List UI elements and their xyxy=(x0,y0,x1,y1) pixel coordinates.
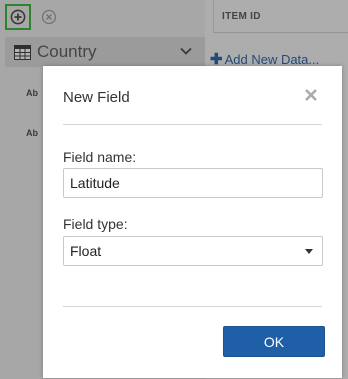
ok-button[interactable]: OK xyxy=(223,326,325,357)
divider xyxy=(63,124,322,125)
field-name-input[interactable]: Latitude xyxy=(63,168,323,198)
field-name-value: Latitude xyxy=(70,175,120,191)
field-name-label: Field name: xyxy=(63,149,137,165)
divider xyxy=(63,306,322,307)
new-field-dialog: New Field Field name: Latitude Field typ… xyxy=(43,66,342,378)
field-type-label: Field type: xyxy=(63,216,128,232)
field-type-select[interactable]: Float xyxy=(63,236,323,266)
dialog-title: New Field xyxy=(63,89,130,106)
close-icon[interactable] xyxy=(304,88,318,102)
field-type-value: Float xyxy=(70,243,102,259)
dropdown-caret-icon xyxy=(305,249,313,254)
